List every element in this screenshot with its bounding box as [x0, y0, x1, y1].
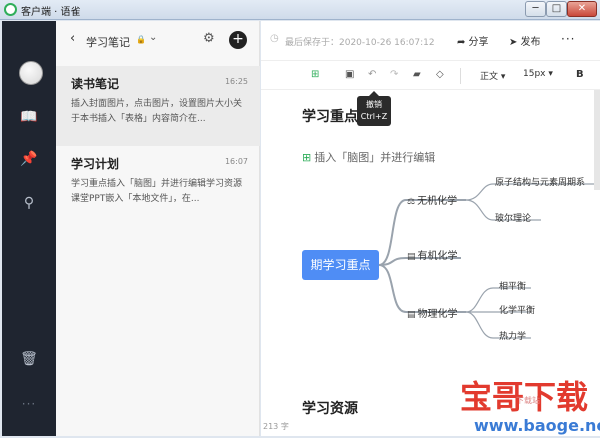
more-menu-button[interactable]: ··· — [561, 32, 575, 46]
last-saved-text: 最后保存于：2020-10-26 16:07:12 — [285, 38, 435, 48]
mindmap-leaf-node[interactable]: 玻尔理论 — [495, 211, 531, 224]
list-item[interactable]: 学习计划 16:07 学习重点插入「脑图」并进行编辑学习资源课堂PPT嵌入「本地… — [56, 146, 260, 226]
mindmap-icon: ⊞ — [302, 151, 312, 164]
document-icon: ▤ — [407, 252, 416, 262]
note-snippet: 插入封面图片，点击图片，设置图片大小关于本书插入「表格」内容简介在... — [71, 99, 243, 124]
more-dots-icon[interactable]: ··· — [2, 397, 56, 411]
format-painter-icon[interactable]: ▰ — [413, 69, 421, 80]
paragraph-style-select[interactable]: 正文 ▾ — [480, 69, 505, 82]
scale-icon: ⚖ — [407, 197, 416, 207]
heading-focus[interactable]: 学习重点 — [302, 106, 358, 126]
editor-header: ◷ 最后保存于：2020-10-26 16:07:12 ➦ 分享 ➤ 发布 ··… — [261, 21, 600, 61]
mindmap-branch-node[interactable]: ▤ 物理化学 — [407, 305, 458, 320]
pin-icon[interactable]: 📌 — [2, 151, 56, 167]
clock-icon: ◷ — [270, 33, 279, 44]
mindmap-leaf-node[interactable]: 化学平衡 — [499, 303, 535, 316]
mindmap-branch-node[interactable]: ⚖ 无机化学 — [407, 192, 457, 207]
mindmap-leaf-node[interactable]: 相平衡 — [499, 279, 526, 292]
branch-label: 无机化学 — [417, 196, 458, 207]
close-button[interactable]: ✕ — [567, 1, 597, 17]
avatar[interactable] — [19, 61, 43, 85]
note-time: 16:07 — [224, 157, 248, 166]
back-arrow-icon[interactable]: ‹ — [70, 31, 75, 46]
watermark-url: www.baoge.net — [474, 416, 600, 435]
nav-rail: 📖 📌 ⚲ 🗑 ··· — [2, 21, 56, 436]
list-item[interactable]: 读书笔记 16:25 插入封面图片，点击图片，设置图片大小关于本书插入「表格」内… — [56, 66, 260, 146]
book-icon[interactable]: 📖 — [2, 109, 56, 125]
document-icon: ▤ — [407, 310, 416, 320]
branch-label: 有机化学 — [417, 251, 458, 262]
branch-label: 物理化学 — [417, 309, 458, 320]
watermark-sub: 下载站 — [516, 396, 540, 405]
publish-button[interactable]: ➤ 发布 — [509, 33, 541, 48]
toolbar-divider — [460, 68, 461, 84]
bold-button[interactable]: B — [576, 69, 584, 80]
mindmap-leaf-node[interactable]: 原子结构与元素周期系 — [495, 175, 585, 188]
minimize-button[interactable]: ─ — [525, 1, 546, 17]
window-title: 客户端 · 语雀 — [21, 7, 81, 18]
note-title: 学习计划 — [71, 157, 120, 171]
insert-hint-text: 插入「脑图」并进行编辑 — [314, 151, 436, 164]
format-toolbar: ⊞ ▣ ↶ ↷ ▰ ◇ 正文 ▾ 15px ▾ B — [261, 62, 600, 90]
mindmap-icon[interactable]: ⊞ — [311, 69, 319, 80]
app-logo-icon — [4, 3, 17, 16]
mindmap[interactable]: 期学习重点 ⚖ 无机化学 ▤ 有机化学 ▤ 物理化学 原子结构与元素周期系 玻尔理论 … — [261, 170, 600, 350]
undo-tooltip: 撤销 Ctrl+Z — [357, 91, 391, 126]
list-header: ‹ 学习笔记 🔒 ⌄ ⚙ + — [56, 21, 260, 61]
heading-resources[interactable]: 学习资源 — [302, 398, 358, 418]
tooltip-shortcut: Ctrl+Z — [360, 112, 388, 121]
tooltip-label: 撤销 — [366, 100, 382, 109]
undo-icon[interactable]: ↶ — [368, 69, 376, 80]
window-titlebar: 客户端 · 语雀 ─ □ ✕ — [0, 0, 600, 20]
clear-format-icon[interactable]: ◇ — [436, 69, 444, 80]
chevron-down-icon[interactable]: ⌄ — [149, 32, 157, 43]
insert-mindmap-hint[interactable]: ⊞ 插入「脑图」并进行编辑 — [302, 149, 435, 165]
watermark-logo: 宝哥下载 下载站 www.baoge.net — [454, 372, 600, 438]
add-note-button[interactable]: + — [229, 31, 247, 49]
lock-icon: 🔒 — [136, 35, 146, 44]
share-button[interactable]: ➦ 分享 — [457, 33, 489, 48]
note-time: 16:25 — [224, 77, 248, 86]
font-size-select[interactable]: 15px ▾ — [523, 69, 553, 79]
save-icon[interactable]: ▣ — [345, 69, 354, 80]
search-icon[interactable]: ⚲ — [2, 195, 56, 211]
maximize-button[interactable]: □ — [546, 1, 567, 17]
notebook-title[interactable]: 学习笔记 — [86, 34, 130, 50]
mindmap-root-node[interactable]: 期学习重点 — [302, 250, 379, 280]
note-list-panel: ‹ 学习笔记 🔒 ⌄ ⚙ + 读书笔记 16:25 插入封面图片，点击图片，设置… — [56, 21, 260, 436]
mindmap-branch-node[interactable]: ▤ 有机化学 — [407, 247, 458, 262]
gear-icon[interactable]: ⚙ — [203, 31, 215, 46]
word-count: 213 字 — [263, 422, 289, 431]
note-title: 读书笔记 — [71, 77, 120, 91]
scrollbar[interactable] — [594, 90, 600, 190]
trash-icon[interactable]: 🗑 — [2, 351, 56, 367]
redo-icon[interactable]: ↷ — [390, 69, 398, 80]
note-snippet: 学习重点插入「脑图」并进行编辑学习资源课堂PPT嵌入「本地文件」，在... — [71, 179, 243, 204]
mindmap-leaf-node[interactable]: 热力学 — [499, 329, 526, 342]
